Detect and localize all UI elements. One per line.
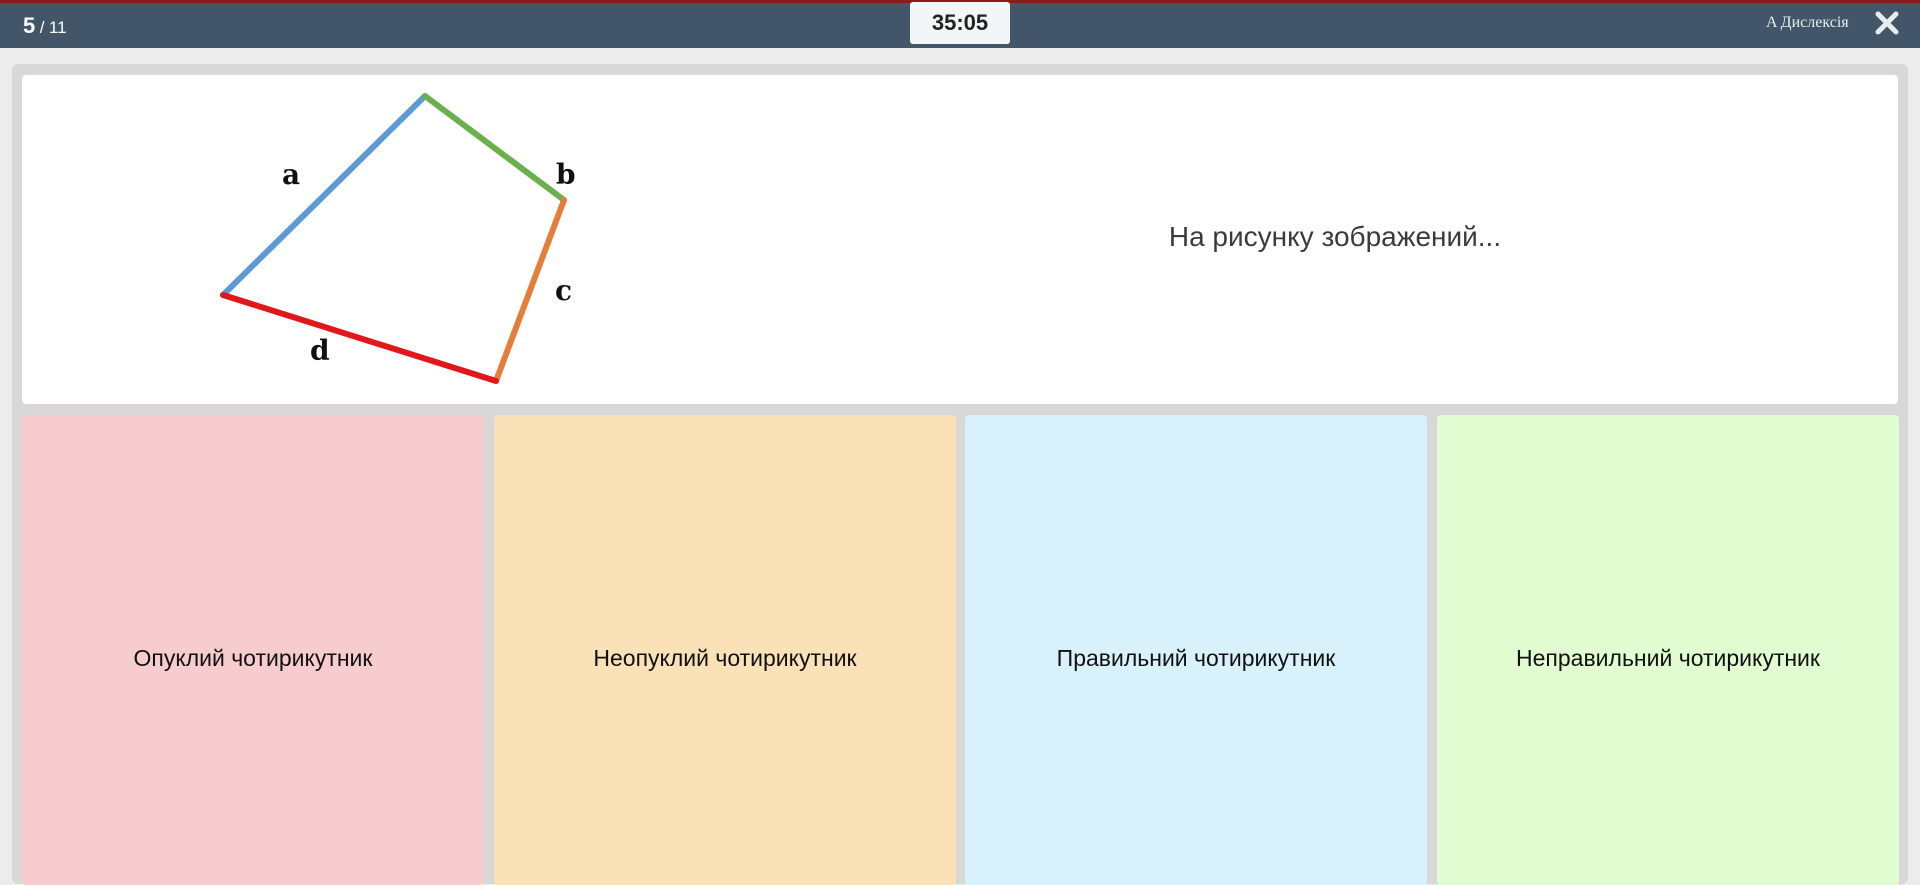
side-c-line [493,197,567,384]
close-icon[interactable] [1874,10,1900,36]
progress-total: 11 [48,18,67,37]
quadrilateral-figure: a b c d [190,84,610,394]
progress-current: 5 [23,13,36,38]
side-b-line [422,93,567,203]
dyslexia-toggle[interactable]: A Дислексія [1766,14,1849,32]
answer-option-label: Опуклий чотирикутник [133,644,373,671]
side-a-line [220,93,428,298]
side-d-label: d [310,334,330,367]
progress-separator: / [39,18,45,37]
answer-option-4[interactable]: Неправильний чотирикутник [1437,415,1899,885]
answer-option-3[interactable]: Правильний чотирикутник [965,415,1427,885]
timer: 35:05 [910,2,1010,44]
side-a-label: a [282,158,300,191]
question-text: На рисунку зображений... [1168,221,1502,252]
answer-option-label: Правильний чотирикутник [1056,644,1336,671]
question-progress: 5 / 11 [23,13,67,39]
side-b-label: b [556,158,576,191]
answer-option-label: Неправильний чотирикутник [1516,644,1820,671]
side-d-line [220,292,499,384]
answer-option-1[interactable]: Опуклий чотирикутник [22,415,484,885]
answer-option-label: Неопуклий чотирикутник [593,644,857,671]
answer-option-2[interactable]: Неопуклий чотирикутник [494,415,956,885]
side-c-label: c [555,274,572,307]
